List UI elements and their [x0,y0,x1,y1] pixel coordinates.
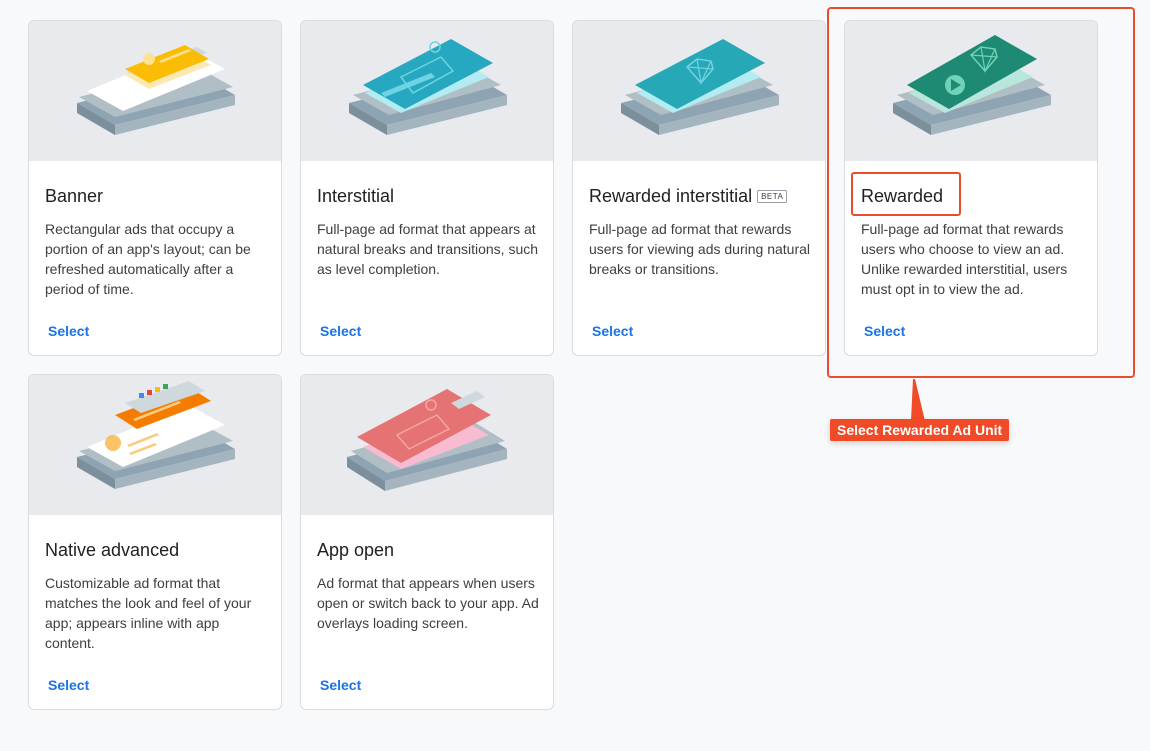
card-title: Interstitial [317,186,395,206]
select-rewarded-interstitial-button[interactable]: Select [592,323,633,339]
callout-pointer [911,379,925,421]
card-title: App open [317,540,395,560]
select-interstitial-button[interactable]: Select [320,323,361,339]
card-description: Full-page ad format that rewards users f… [589,221,811,277]
card-description: Customizable ad format that matches the … [45,575,252,651]
card-description: Ad format that appears when users open o… [317,575,539,631]
card-title: Native advanced [45,540,180,560]
ad-format-card-banner[interactable]: Banner Rectangular ads that occupy a por… [28,20,282,356]
ad-format-card-rewarded-interstitial[interactable]: Rewarded interstitial BETA Full-page ad f… [572,20,826,356]
card-description: Full-page ad format that appears at natu… [317,221,539,277]
ad-format-card-app-open[interactable]: App open Ad format that appears when use… [300,374,554,710]
rewarded-interstitial-ad-illustration [573,21,825,161]
select-banner-button[interactable]: Select [48,323,89,339]
annotation-callout: Select Rewarded Ad Unit [830,419,1010,441]
app-open-ad-illustration [301,375,553,515]
banner-ad-illustration [29,21,281,161]
rewarded-title-highlight [851,172,961,216]
native-advanced-ad-illustration [29,375,281,515]
select-native-advanced-button[interactable]: Select [48,677,89,693]
card-title: Banner [45,186,104,206]
card-description: Rectangular ads that occupy a portion of… [45,221,251,297]
select-app-open-button[interactable]: Select [320,677,361,693]
card-title: Rewarded interstitial BETA [589,186,788,207]
ad-format-card-native-advanced[interactable]: Native advanced Customizable ad format t… [28,374,282,710]
interstitial-ad-illustration [301,21,553,161]
ad-format-card-interstitial[interactable]: Interstitial Full-page ad format that ap… [300,20,554,356]
beta-badge: BETA [757,190,788,203]
